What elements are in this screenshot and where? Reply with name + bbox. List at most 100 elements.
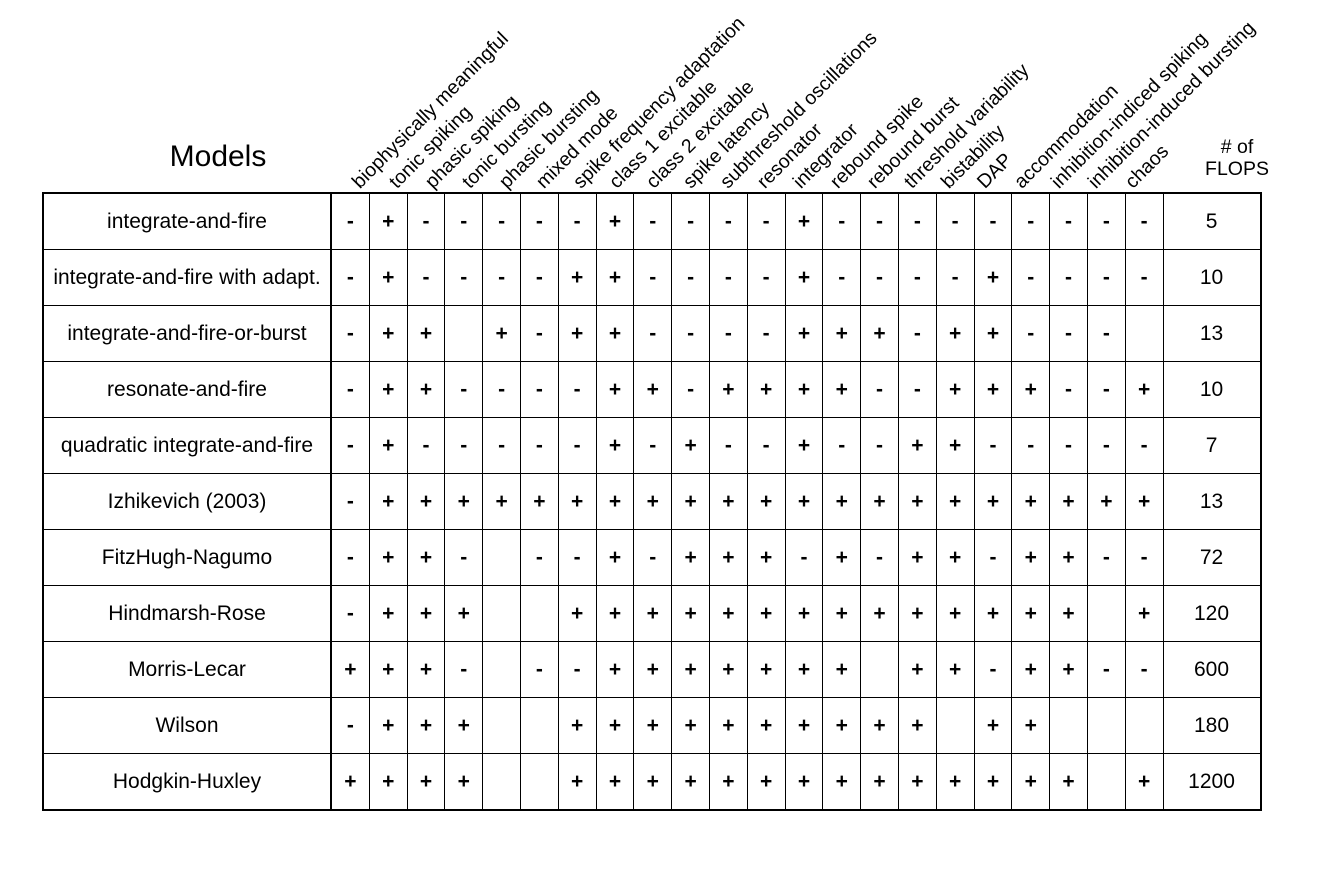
plus-mark: + <box>382 490 395 513</box>
feature-cell: - <box>329 361 370 418</box>
comparison-table-wrapper: integrate-and-fire - + - - - - - + - - - - + - - - - - - - - -… <box>42 192 1262 811</box>
feature-cell: - <box>1049 192 1088 250</box>
feature-cell <box>935 697 975 754</box>
feature-cell: - <box>1049 305 1088 362</box>
feature-cell: - <box>822 417 862 474</box>
plus-mark: + <box>986 602 1000 625</box>
feature-cell: + <box>708 473 748 530</box>
flops-cell: 10 <box>1162 249 1262 306</box>
minus-mark: - <box>876 266 884 289</box>
feature-cell: + <box>935 753 975 811</box>
feature-cell: + <box>746 641 786 698</box>
feature-cell: + <box>935 529 975 586</box>
page-title: Models <box>169 140 267 173</box>
plus-mark: + <box>873 322 886 345</box>
feature-cell: + <box>406 361 446 418</box>
feature-cell: - <box>860 529 899 586</box>
minus-mark: - <box>460 378 468 401</box>
minus-mark: - <box>762 434 770 457</box>
feature-cell: + <box>406 305 446 362</box>
feature-cell: - <box>444 361 484 418</box>
plus-mark: + <box>797 770 811 793</box>
minus-mark: - <box>460 266 468 289</box>
feature-cell: + <box>406 753 446 811</box>
feature-cell: - <box>1086 417 1126 474</box>
feature-cell: - <box>633 249 673 306</box>
plus-mark: + <box>911 658 924 681</box>
plus-mark: + <box>344 770 357 793</box>
plus-mark: + <box>419 490 433 513</box>
feature-cell: + <box>633 585 673 642</box>
minus-mark: - <box>498 210 506 233</box>
feature-cell: - <box>557 641 597 698</box>
feature-cell: + <box>935 473 975 530</box>
plus-mark: + <box>457 770 470 793</box>
feature-cell: + <box>746 473 786 530</box>
plus-mark: + <box>835 602 848 625</box>
feature-cell: - <box>1011 417 1051 474</box>
plus-mark: + <box>684 490 697 513</box>
model-name-cell: FitzHugh-Nagumo <box>42 529 332 586</box>
feature-cell: - <box>860 417 899 474</box>
feature-cell: + <box>519 473 559 530</box>
feature-cell: - <box>406 249 446 306</box>
plus-mark: + <box>571 266 584 289</box>
minus-mark: - <box>1102 322 1110 345</box>
minus-mark: - <box>346 266 354 289</box>
flops-cell: 72 <box>1162 529 1262 586</box>
plus-mark: + <box>684 658 697 681</box>
minus-mark: - <box>460 658 468 681</box>
feature-cell: + <box>708 529 748 586</box>
plus-mark: + <box>608 322 622 345</box>
minus-mark: - <box>1065 434 1073 457</box>
feature-cell: + <box>784 585 824 642</box>
plus-mark: + <box>1024 602 1037 625</box>
plus-mark: + <box>949 378 962 401</box>
feature-cell: + <box>822 585 862 642</box>
feature-cell: - <box>1011 249 1051 306</box>
feature-cell: + <box>822 641 862 698</box>
feature-cell: + <box>406 641 446 698</box>
plus-mark: + <box>608 490 622 513</box>
feature-cell: + <box>633 361 673 418</box>
feature-cell: + <box>557 697 597 754</box>
feature-cell: + <box>595 361 635 418</box>
feature-cell: - <box>329 417 370 474</box>
minus-mark: - <box>1065 378 1073 401</box>
feature-cell: + <box>822 305 862 362</box>
feature-cell: - <box>557 417 597 474</box>
plus-mark: + <box>419 546 433 569</box>
plus-mark: + <box>382 546 395 569</box>
feature-cell: - <box>1049 249 1088 306</box>
feature-cell: - <box>329 473 370 530</box>
minus-mark: - <box>762 322 770 345</box>
plus-mark: + <box>797 378 811 401</box>
feature-cell: + <box>860 753 899 811</box>
feature-cell: - <box>746 417 786 474</box>
plus-mark: + <box>382 210 395 233</box>
feature-cell: - <box>557 529 597 586</box>
feature-cell: + <box>595 697 635 754</box>
plus-mark: + <box>571 322 584 345</box>
feature-cell: + <box>368 753 408 811</box>
feature-cell: + <box>973 585 1013 642</box>
feature-cell <box>482 585 521 642</box>
feature-cell: + <box>557 585 597 642</box>
feature-cell: + <box>746 529 786 586</box>
feature-cell: - <box>708 305 748 362</box>
feature-cell: + <box>595 529 635 586</box>
plus-mark: + <box>382 434 395 457</box>
plus-mark: + <box>419 770 433 793</box>
plus-mark: + <box>608 714 622 737</box>
plus-mark: + <box>797 602 811 625</box>
plus-mark: + <box>797 434 811 457</box>
plus-mark: + <box>760 714 773 737</box>
feature-cell: - <box>746 305 786 362</box>
minus-mark: - <box>1027 434 1035 457</box>
minus-mark: - <box>1027 322 1035 345</box>
minus-mark: - <box>762 210 770 233</box>
feature-cell: + <box>671 417 710 474</box>
feature-cell: - <box>482 249 521 306</box>
plus-mark: + <box>722 602 735 625</box>
feature-cell: - <box>444 529 484 586</box>
